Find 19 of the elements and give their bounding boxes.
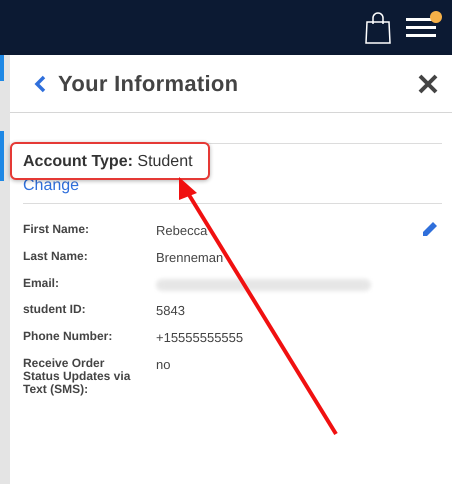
account-type-text: Account Type: Student [23,153,193,171]
pencil-icon[interactable] [422,221,438,237]
field-label: First Name: [23,223,90,236]
field-value: +15555555555 [156,330,244,345]
field-label: Phone Number: [23,330,114,343]
field-label: student ID: [23,303,87,316]
field-label: Last Name: [23,250,89,263]
field-label: Email: [23,277,60,290]
field-value: Brenneman [156,250,224,265]
field-value: no [156,357,170,372]
field-value: 5843 [156,303,185,318]
shopping-bag-icon[interactable] [364,12,392,44]
field-value: Rebecca [156,223,208,238]
change-link[interactable]: Change [23,177,80,195]
menu-icon[interactable] [406,16,436,38]
close-icon[interactable] [418,74,438,94]
back-icon[interactable] [34,74,46,92]
panel-title: Your Information [58,70,240,96]
field-label: Receive Order Status Updates via Text (SMS): [23,357,132,396]
